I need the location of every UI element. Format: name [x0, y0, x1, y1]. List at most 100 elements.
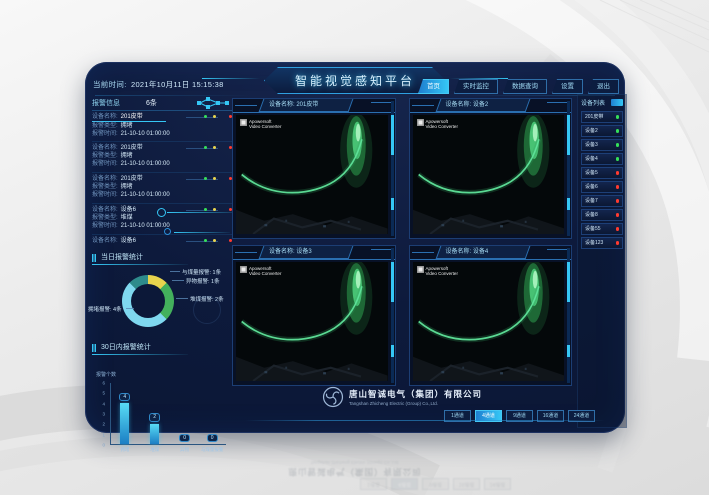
nav-realtime-button[interactable]: 实时监控 — [454, 79, 498, 94]
alarm-time-value: 21-10-10 01:00:00 — [121, 130, 170, 138]
device-name: 设备2 — [585, 128, 598, 134]
video-panel-2[interactable]: 设备名称: 设备2 Apowersoft Video Converter — [409, 98, 573, 239]
device-name-value: 201皮带 — [121, 113, 143, 121]
alarm-time-value: 21-10-10 01:00:00 — [121, 222, 170, 230]
yellow-dot-icon — [213, 146, 216, 149]
video-panel-3[interactable]: 设备名称: 设备3 Apowersoft Video Converter — [232, 245, 396, 386]
video-title: 设备名称: 设备2 — [446, 99, 489, 111]
nav-home-button[interactable]: 首页 — [418, 79, 449, 94]
field-label: 报警类型: — [92, 214, 118, 222]
y-axis-tick: 4 — [102, 401, 105, 406]
watermark-logo-icon — [240, 119, 247, 126]
video-feed[interactable]: Apowersoft Video Converter — [236, 262, 388, 381]
device-list-item[interactable]: 设备5 — [581, 167, 623, 179]
video-scrollbar[interactable] — [391, 101, 394, 236]
alarm-entry[interactable]: 设备名称:201皮带 报警类型:拥堵 报警时间:21-10-10 01:00:0… — [92, 111, 232, 142]
video-title: 设备名称: 201皮带 — [269, 99, 318, 111]
device-list-action-button[interactable] — [611, 99, 623, 106]
field-label: 报警时间: — [92, 130, 118, 138]
device-list-item[interactable]: 设备2 — [581, 125, 623, 137]
video-scrollbar[interactable] — [567, 101, 570, 236]
top-nav: 首页 实时监控 数据查询 设置 退出 — [418, 79, 619, 94]
field-label: 设备名称: — [92, 206, 118, 214]
status-dot-icon — [616, 143, 620, 147]
legend-connector — [176, 298, 188, 299]
status-dot-icon — [616, 199, 620, 203]
severity-indicator — [186, 115, 232, 119]
screenshot-stage: 当前时间: 2021年10月11日 15:15:38 智能视觉感知平台 首页 实… — [0, 0, 709, 495]
y-axis-tick: 1 — [102, 432, 105, 437]
nav-exit-button[interactable]: 退出 — [588, 79, 619, 94]
alarm-time-value: 21-10-10 01:00:00 — [121, 191, 170, 199]
device-list-item[interactable]: 设备8 — [581, 209, 623, 221]
status-dot-icon — [616, 213, 620, 217]
bar-column: 0 异物 — [173, 383, 197, 444]
alarm-sidebar: 报警信息 6条 设备名称:201皮带 报警类型:拥堵 报警时间: — [92, 96, 232, 465]
device-name: 设备3 — [585, 142, 598, 148]
device-list-item[interactable]: 设备4 — [581, 153, 623, 165]
video-scrollbar[interactable] — [567, 248, 570, 383]
severity-indicator — [186, 239, 232, 243]
yellow-dot-icon — [213, 115, 216, 118]
video-scrollbar[interactable] — [391, 248, 394, 383]
device-list-item[interactable]: 设备7 — [581, 195, 623, 207]
video-frame-graphic — [413, 262, 565, 381]
y-axis-label: 报警个数 — [96, 371, 116, 378]
device-list-item[interactable]: 设备3 — [581, 139, 623, 151]
field-label: 报警时间: — [92, 191, 118, 199]
yellow-dot-icon — [213, 239, 216, 242]
y-axis-tick: 6 — [102, 381, 105, 386]
device-list-item[interactable]: 设备55 — [581, 223, 623, 235]
legend-label: 异物报警: 1条 — [186, 277, 220, 285]
ring-decoration — [157, 208, 166, 217]
video-panel-4[interactable]: 设备名称: 设备4 Apowersoft Video Converter — [409, 245, 573, 386]
legend-label: 与煤量报警: 1条 — [182, 268, 221, 276]
device-name: 设备6 — [585, 184, 598, 190]
watermark: Apowersoft Video Converter — [417, 266, 458, 276]
nav-settings-button[interactable]: 设置 — [552, 79, 583, 94]
severity-indicator — [186, 177, 232, 181]
bar-value-badge: 0 — [179, 434, 190, 443]
device-list-item[interactable]: 设备6 — [581, 181, 623, 193]
nav-data-query-button[interactable]: 数据查询 — [503, 79, 547, 94]
bar-column: 2 堆煤 — [143, 383, 167, 444]
video-frame-graphic — [236, 115, 388, 234]
legend-connector — [170, 271, 180, 272]
alarm-entry[interactable]: 设备名称:201皮带 报警类型:拥堵 报警时间:21-10-10 01:00:0… — [92, 142, 232, 173]
field-label: 报警时间: — [92, 222, 118, 230]
video-frame-graphic — [413, 115, 565, 234]
video-title: 设备名称: 设备3 — [269, 246, 312, 258]
video-panel-header: 设备名称: 设备2 — [410, 99, 572, 113]
video-title: 设备名称: 设备4 — [446, 246, 489, 258]
video-panel-1[interactable]: 设备名称: 201皮带 Apowersoft Video Converter — [232, 98, 396, 239]
video-feed[interactable]: Apowersoft Video Converter — [413, 115, 565, 234]
device-name-value: 设备6 — [121, 206, 136, 214]
watermark: Apowersoft Video Converter — [240, 266, 281, 276]
status-dot-icon — [616, 115, 620, 119]
yellow-dot-icon — [213, 177, 216, 180]
green-dot-icon — [204, 146, 207, 149]
alarm-entry[interactable]: 设备名称:设备6 — [92, 235, 232, 249]
dashboard-panel: 当前时间: 2021年10月11日 15:15:38 智能视觉感知平台 首页 实… — [85, 62, 625, 433]
status-dot-icon — [616, 241, 620, 245]
watermark: Apowersoft Video Converter — [417, 119, 458, 129]
video-panel-header: 设备名称: 201皮带 — [233, 99, 395, 113]
alarm-entry[interactable]: 设备名称:201皮带 报警类型:拥堵 报警时间:21-10-10 01:00:0… — [92, 173, 232, 204]
ring-decoration — [164, 228, 171, 235]
device-list-item[interactable]: 201皮带 — [581, 111, 623, 123]
bar — [150, 424, 159, 444]
watermark-line2: Video Converter — [249, 124, 281, 129]
watermark-line2: Video Converter — [426, 271, 458, 276]
device-list-item[interactable]: 设备123 — [581, 237, 623, 249]
x-axis-category: 与煤量报警 — [188, 447, 236, 453]
time-value: 2021年10月11日 15:15:38 — [131, 80, 224, 89]
current-time: 当前时间: 2021年10月11日 15:15:38 — [93, 79, 224, 90]
device-list-panel: 设备列表 201皮带 设备2 设备3 设备4 设备5 设备6 设备7 设备8 设… — [577, 94, 627, 428]
video-feed[interactable]: Apowersoft Video Converter — [413, 262, 565, 381]
watermark-line2: Video Converter — [426, 124, 458, 129]
status-dot-icon — [616, 129, 620, 133]
video-panel-header: 设备名称: 设备4 — [410, 246, 572, 260]
title-wing-left — [202, 78, 260, 79]
video-feed[interactable]: Apowersoft Video Converter — [236, 115, 388, 234]
device-name: 设备4 — [585, 156, 598, 162]
